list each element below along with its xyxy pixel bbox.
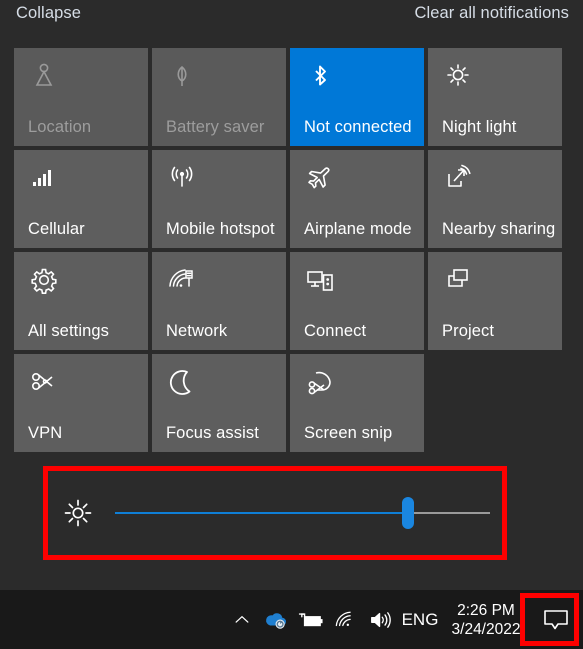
network-icon	[166, 264, 200, 298]
slider-thumb[interactable]	[401, 497, 414, 529]
quick-action-project[interactable]: Project	[428, 252, 562, 350]
show-hidden-icons-button[interactable]	[225, 590, 259, 649]
screen-snip-icon	[304, 366, 338, 400]
clock-time: 2:26 PM	[457, 601, 515, 619]
quick-actions-row: All settings Network Connect Project	[14, 252, 574, 350]
taskbar: ENG 2:26 PM 3/24/2022	[0, 590, 583, 649]
moon-icon	[166, 366, 200, 400]
clear-all-notifications-button[interactable]: Clear all notifications	[414, 4, 569, 23]
quick-action-label: Night light	[442, 118, 517, 136]
action-center-panel: Collapse Clear all notifications Locatio…	[0, 0, 583, 590]
quick-action-screen-snip[interactable]: Screen snip	[290, 354, 424, 452]
quick-actions-grid: Location Battery saver Not connected Nig…	[14, 48, 574, 456]
action-center-button[interactable]	[529, 590, 583, 649]
clock-date: 3/24/2022	[451, 620, 521, 638]
battery-saver-icon	[166, 60, 200, 94]
chevron-up-icon	[232, 610, 252, 630]
quick-action-nearby-sharing[interactable]: Nearby sharing	[428, 150, 562, 248]
quick-action-label: Location	[28, 118, 92, 136]
quick-action-label: Battery saver	[166, 118, 265, 136]
quick-action-label: Nearby sharing	[442, 220, 556, 238]
action-center-header: Collapse Clear all notifications	[0, 0, 583, 42]
quick-action-label: Connect	[304, 322, 367, 340]
mobile-hotspot-icon	[166, 162, 200, 196]
quick-action-location[interactable]: Location	[14, 48, 148, 146]
system-tray: ENG 2:26 PM 3/24/2022	[225, 590, 583, 649]
quick-action-bluetooth[interactable]: Not connected	[290, 48, 424, 146]
quick-action-label: Airplane mode	[304, 220, 412, 238]
quick-action-label: Focus assist	[166, 424, 259, 442]
vpn-icon	[28, 366, 62, 400]
onedrive-tray-button[interactable]	[259, 590, 293, 649]
brightness-slider-wrap	[62, 492, 502, 536]
quick-action-cellular[interactable]: Cellular	[14, 150, 148, 248]
volume-icon	[368, 609, 392, 631]
nearby-sharing-icon	[442, 162, 476, 196]
quick-action-all-settings[interactable]: All settings	[14, 252, 148, 350]
clock[interactable]: 2:26 PM 3/24/2022	[443, 590, 529, 649]
gear-icon	[28, 264, 62, 298]
quick-action-vpn[interactable]: VPN	[14, 354, 148, 452]
quick-action-label: All settings	[28, 322, 109, 340]
battery-tray-button[interactable]	[293, 590, 329, 649]
quick-action-night-light[interactable]: Night light	[428, 48, 562, 146]
quick-action-label: VPN	[28, 424, 63, 442]
quick-action-connect[interactable]: Connect	[290, 252, 424, 350]
collapse-button[interactable]: Collapse	[16, 4, 81, 23]
onedrive-icon	[263, 609, 289, 631]
night-light-icon	[442, 60, 476, 94]
action-center-icon	[541, 607, 571, 633]
network-tray-button[interactable]	[329, 590, 363, 649]
airplane-icon	[304, 162, 338, 196]
quick-action-label: Network	[166, 322, 228, 340]
quick-action-label: Project	[442, 322, 495, 340]
quick-actions-row: Cellular Mobile hotspot Airplane mode Ne…	[14, 150, 574, 248]
wifi-icon	[334, 609, 358, 631]
volume-tray-button[interactable]	[363, 590, 397, 649]
cellular-icon	[28, 162, 62, 196]
quick-action-network[interactable]: Network	[152, 252, 286, 350]
quick-action-label: Not connected	[304, 118, 412, 136]
quick-action-label: Screen snip	[304, 424, 393, 442]
location-icon	[28, 60, 62, 94]
bluetooth-icon	[304, 60, 338, 94]
language-indicator[interactable]: ENG	[397, 590, 443, 649]
project-icon	[442, 264, 476, 298]
brightness-icon	[62, 497, 94, 529]
connect-icon	[304, 264, 338, 298]
quick-action-label: Mobile hotspot	[166, 220, 275, 238]
quick-action-airplane-mode[interactable]: Airplane mode	[290, 150, 424, 248]
slider-fill	[115, 512, 408, 514]
brightness-slider[interactable]	[115, 497, 490, 529]
quick-action-mobile-hotspot[interactable]: Mobile hotspot	[152, 150, 286, 248]
brightness-section	[0, 468, 583, 560]
quick-actions-row: VPN Focus assist Screen snip	[14, 354, 574, 452]
quick-actions-row: Location Battery saver Not connected Nig…	[14, 48, 574, 146]
quick-action-battery-saver[interactable]: Battery saver	[152, 48, 286, 146]
battery-charging-icon	[296, 609, 326, 631]
quick-action-focus-assist[interactable]: Focus assist	[152, 354, 286, 452]
quick-action-label: Cellular	[28, 220, 85, 238]
